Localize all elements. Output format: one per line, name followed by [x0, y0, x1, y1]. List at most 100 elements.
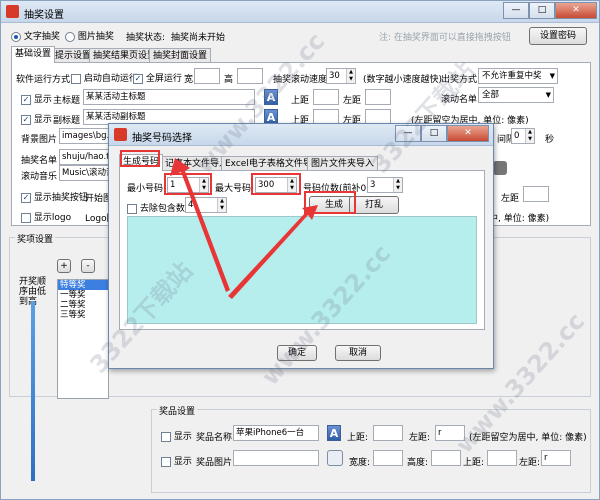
goods-left-input[interactable]: r	[435, 425, 465, 441]
exclude-digit-value: 4	[188, 200, 194, 210]
minimize-button[interactable]: —	[503, 2, 529, 19]
show-label: 显示	[33, 115, 52, 125]
main-title-label: 主标题	[53, 96, 81, 106]
show-main-title-checkbox[interactable]: ✓ 显示	[21, 92, 52, 105]
radio-icon	[65, 31, 75, 42]
sub-title-label: 副标题	[53, 116, 81, 126]
goods-left-input-2[interactable]: r	[541, 450, 571, 466]
main-title-top-input[interactable]	[313, 89, 339, 105]
scroll-speed-stepper[interactable]: 30 ▲ ▼	[326, 68, 356, 84]
dialog-close-button[interactable]: ✕	[447, 125, 489, 142]
order-arrow-icon	[31, 301, 35, 481]
show-sub-title-checkbox[interactable]: ✓ 显示	[21, 112, 52, 125]
exit-mode-label: 出奖方式	[441, 75, 478, 85]
show-draw-button-label: 显示抽奖按钮	[33, 193, 88, 203]
set-password-button[interactable]: 设置密码	[529, 27, 587, 45]
goods-top-label: 上距:	[463, 458, 485, 468]
maximize-button[interactable]: □	[529, 2, 555, 19]
font-settings-icon[interactable]: A	[264, 89, 278, 105]
exit-mode-select[interactable]: 不允许重复中奖 ▼	[478, 68, 558, 84]
list-item[interactable]: 二等奖	[58, 300, 108, 310]
list-item[interactable]: 特等奖	[58, 280, 108, 290]
highlight-min-number	[164, 173, 212, 195]
scroll-list-label: 滚动名单	[441, 95, 478, 105]
show-goods-name-checkbox[interactable]: 显示	[161, 429, 192, 442]
highlight-generate	[304, 191, 356, 214]
exclude-digit-checkbox[interactable]: 去除包含数	[127, 201, 185, 214]
spin-arrows-icon[interactable]: ▲ ▼	[346, 69, 355, 83]
fullscreen-label: 全屏运行	[145, 74, 182, 84]
exclude-digit-stepper[interactable]: 4 ▲ ▼	[185, 197, 227, 213]
goods-group-label: 奖品设置	[157, 404, 198, 417]
draw-button-left-input[interactable]	[523, 186, 549, 202]
tab-basic[interactable]: 基础设置	[11, 46, 56, 63]
goods-height-input[interactable]	[431, 450, 461, 466]
dialog-minimize-button[interactable]: —	[395, 125, 421, 142]
min-number-label: 最小号码:	[127, 184, 167, 194]
spin-arrows-icon[interactable]: ▲ ▼	[217, 198, 226, 212]
checkbox-icon	[161, 431, 171, 442]
lottery-list-label: 抽奖名单	[21, 156, 58, 166]
checkbox-checked-icon: ✓	[21, 94, 31, 105]
left-label: 左距	[343, 96, 362, 106]
mode-text-radio[interactable]: 文字抽奖	[11, 29, 60, 42]
digits-stepper[interactable]: 3 ▲ ▼	[367, 177, 403, 193]
height-label: 高	[224, 75, 234, 85]
checkbox-checked-icon: ✓	[21, 192, 31, 203]
goods-image-input[interactable]	[233, 450, 319, 466]
spin-arrows-icon[interactable]: ▲ ▼	[525, 129, 534, 143]
list-item[interactable]: 一等奖	[58, 290, 108, 300]
auto-start-checkbox[interactable]: 启动自动运行	[71, 71, 138, 84]
ok-button[interactable]: 确定	[277, 345, 317, 361]
interval-stepper[interactable]: 0 ▲ ▼	[511, 128, 535, 144]
show-label: 显示	[173, 457, 192, 467]
spin-arrows-icon[interactable]: ▲ ▼	[393, 178, 402, 192]
scroll-list-select[interactable]: 全部 ▼	[478, 87, 554, 103]
scroll-list-value: 全部	[482, 90, 500, 100]
scroll-speed-label: 抽奖滚动速度	[273, 75, 328, 85]
cancel-button[interactable]: 取消	[335, 345, 381, 361]
window-title: 抽奖设置	[24, 10, 64, 21]
goods-height-label: 高度:	[407, 458, 429, 468]
goods-left-label: 左距:	[519, 458, 541, 468]
show-label: 显示	[33, 95, 52, 105]
close-button[interactable]: ✕	[555, 2, 597, 19]
dialog-maximize-button[interactable]: □	[421, 125, 447, 142]
goods-image-label: 奖品图片:	[196, 458, 236, 468]
fullscreen-checkbox[interactable]: ✓ 全屏运行	[133, 71, 182, 84]
prize-list[interactable]: 特等奖 一等奖 二等奖 三等奖	[57, 279, 109, 399]
chevron-down-icon: ▼	[549, 72, 555, 80]
number-select-dialog: 抽奖号码选择 — □ ✕ 生成号码 记事本文件导入 Excel电子表格文件导入 …	[108, 123, 494, 369]
main-title-left-input[interactable]	[365, 89, 391, 105]
status-value: 抽奖尚未开始	[171, 33, 226, 43]
show-goods-image-checkbox[interactable]: 显示	[161, 454, 192, 467]
goods-top-input[interactable]	[373, 425, 403, 441]
goods-left-label: 左距:	[409, 433, 431, 443]
show-logo-checkbox[interactable]: 显示logo	[21, 210, 71, 223]
list-item[interactable]: 三等奖	[58, 310, 108, 320]
highlight-tab	[120, 150, 160, 167]
height-input[interactable]	[237, 68, 263, 84]
font-settings-icon[interactable]: A	[327, 425, 341, 441]
goods-width-input[interactable]	[373, 450, 403, 466]
show-draw-button-checkbox[interactable]: ✓ 显示抽奖按钮	[21, 190, 88, 203]
shuffle-button[interactable]: 打乱	[349, 196, 399, 214]
prize-group-label: 奖项设置	[15, 232, 56, 245]
mode-image-radio[interactable]: 图片抽奖	[65, 29, 114, 42]
add-prize-button[interactable]: +	[57, 259, 71, 273]
checkbox-checked-icon: ✓	[133, 73, 143, 84]
show-label: 显示	[173, 432, 192, 442]
numbers-output-area[interactable]	[127, 216, 477, 324]
tab-image-folder-import[interactable]: 图片文件夹导入	[307, 156, 379, 171]
width-input[interactable]	[194, 68, 220, 84]
dialog-title-bar[interactable]: 抽奖号码选择 — □ ✕	[109, 124, 493, 146]
image-browse-icon[interactable]	[327, 450, 343, 466]
remove-prize-button[interactable]: -	[81, 259, 95, 273]
main-title-input[interactable]: 某某活动主标题	[83, 89, 255, 105]
tab-cover[interactable]: 抽奖封面设置	[149, 48, 212, 63]
dialog-app-icon	[114, 128, 127, 141]
title-bar[interactable]: 抽奖设置 — □ ✕	[1, 1, 599, 23]
goods-name-input[interactable]: 苹果iPhone6一台	[233, 425, 319, 441]
goods-top-input-2[interactable]	[487, 450, 517, 466]
music-browse-icon[interactable]	[493, 161, 507, 175]
